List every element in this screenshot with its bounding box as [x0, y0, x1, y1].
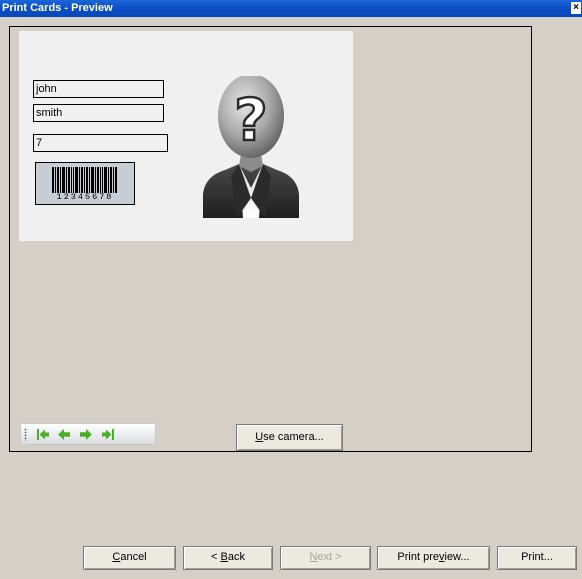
barcode-digits: 12345678 — [56, 192, 114, 202]
unknown-person-icon: ? — [201, 74, 301, 221]
toolbar-grip[interactable] — [24, 428, 27, 441]
next-label: ext > — [317, 551, 342, 563]
record-navigator — [20, 423, 156, 445]
card-last-name: smith — [33, 104, 164, 122]
previous-record-icon[interactable] — [57, 428, 71, 441]
first-record-icon[interactable] — [36, 428, 50, 441]
back-button[interactable]: < Back — [183, 546, 273, 570]
barcode: 12345678 — [35, 162, 135, 205]
card-first-name: john — [33, 80, 164, 98]
title-bar: Print Cards - Preview × — [0, 0, 582, 17]
next-button[interactable]: Next > — [280, 546, 371, 570]
last-record-icon[interactable] — [101, 428, 115, 441]
cancel-button[interactable]: Cancel — [83, 546, 176, 570]
svg-text:?: ? — [234, 86, 268, 154]
print-preview-prefix: Print pre — [397, 551, 439, 563]
print-button[interactable]: Print... — [497, 546, 577, 570]
card-number: 7 — [33, 134, 168, 152]
print-preview-label: iew... — [444, 551, 470, 563]
use-camera-button[interactable]: Use camera... — [236, 424, 343, 451]
next-record-icon[interactable] — [79, 428, 93, 441]
back-prefix: < — [211, 551, 221, 563]
use-camera-mnemonic: U — [255, 431, 264, 443]
use-camera-label: se camera... — [263, 431, 324, 443]
print-label: Print... — [521, 551, 553, 563]
print-preview-button[interactable]: Print preview... — [377, 546, 490, 570]
close-icon[interactable]: × — [571, 2, 581, 14]
back-mnemonic: B — [220, 551, 228, 563]
window-title: Print Cards - Preview — [2, 2, 113, 14]
back-label: ack — [227, 551, 245, 563]
barcode-bars — [52, 167, 117, 193]
cancel-label: ancel — [120, 551, 147, 563]
id-card-preview: john smith 7 12345678 ? — [19, 31, 353, 241]
